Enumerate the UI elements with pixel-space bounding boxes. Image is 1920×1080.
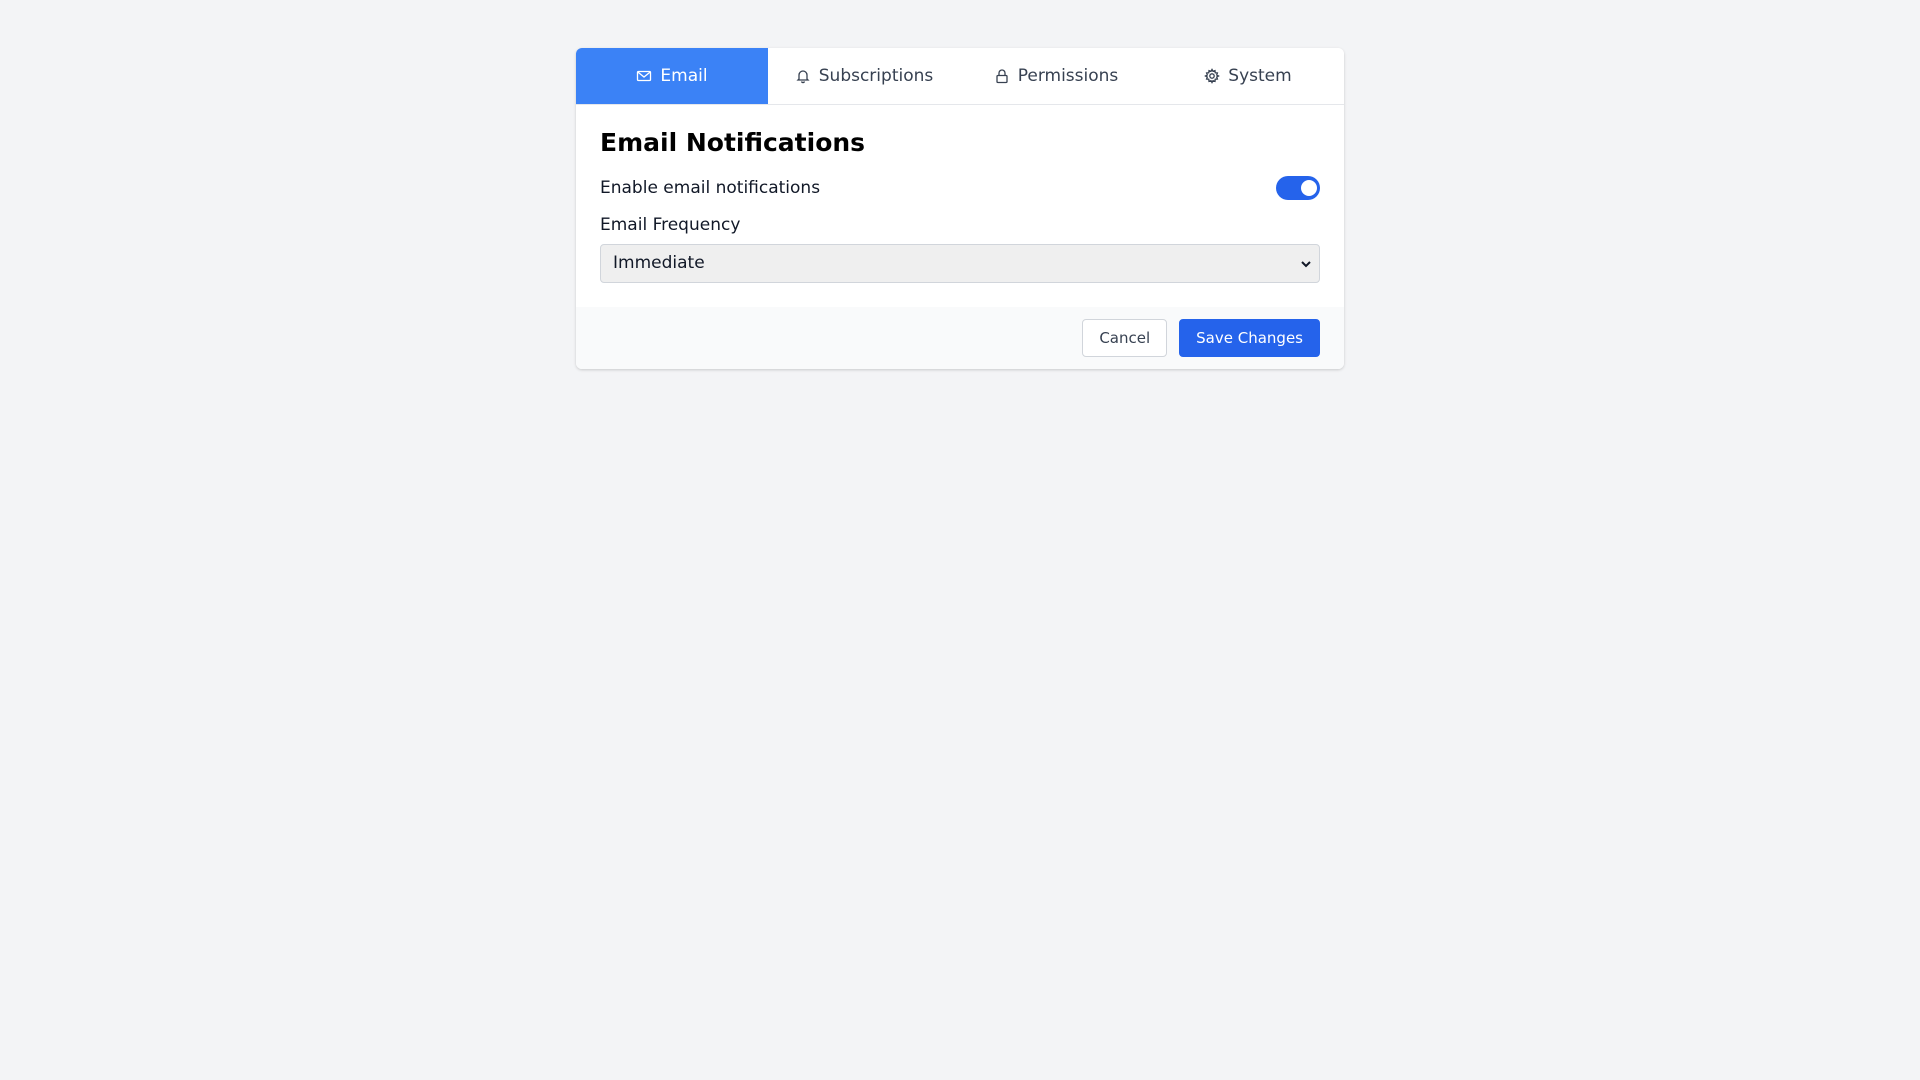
dialog-footer: Cancel Save Changes (576, 306, 1344, 369)
email-toggle-label: Enable email notifications (600, 177, 821, 198)
tab-bar: Email Subscriptions Permissions System (576, 48, 1344, 105)
tab-system[interactable]: System (1152, 48, 1344, 104)
email-frequency-label: Email Frequency (600, 214, 741, 235)
email-frequency-select[interactable]: Immediate (600, 243, 1320, 283)
tab-email[interactable]: Email (576, 48, 768, 104)
tab-system-label: System (1228, 66, 1292, 86)
tab-subscriptions[interactable]: Subscriptions (768, 48, 960, 104)
tab-subscriptions-label: Subscriptions (818, 66, 934, 86)
tab-permissions-label: Permissions (1017, 66, 1119, 86)
bell-icon (795, 68, 811, 84)
settings-card: Email Subscriptions Permissions System E… (576, 48, 1344, 369)
toggle-knob (1301, 179, 1317, 196)
email-notifications-toggle[interactable] (1276, 175, 1320, 200)
chevron-down-icon (1301, 260, 1311, 267)
cancel-button[interactable]: Cancel (1082, 318, 1168, 357)
gear-icon (1204, 68, 1221, 84)
email-settings-panel: Email Notifications Enable email notific… (576, 105, 1344, 307)
save-changes-button[interactable]: Save Changes (1179, 318, 1320, 357)
tab-email-label: Email (660, 66, 708, 86)
section-title: Email Notifications (600, 128, 866, 157)
email-frequency-value: Immediate (613, 253, 705, 273)
lock-icon (994, 68, 1010, 84)
mail-icon (636, 68, 652, 84)
tab-permissions[interactable]: Permissions (960, 48, 1152, 104)
email-toggle-row: Enable email notifications (600, 175, 1320, 201)
